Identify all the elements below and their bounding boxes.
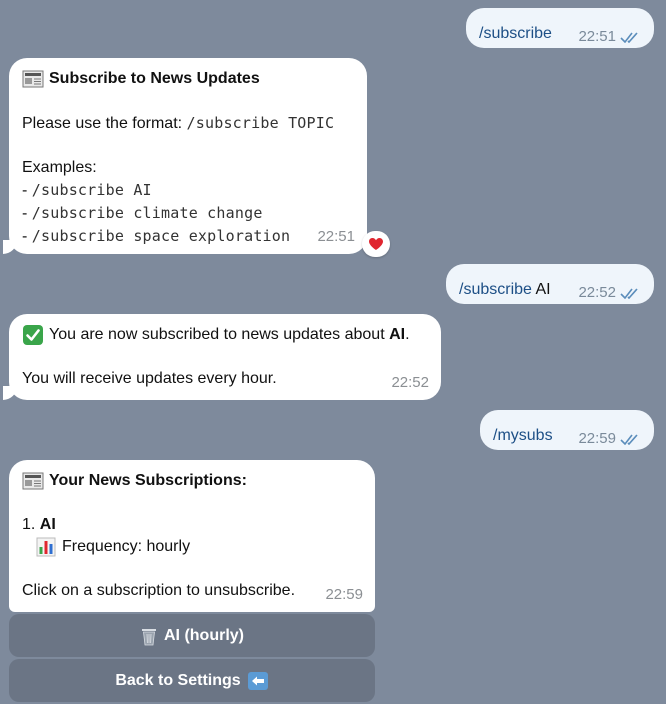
message-meta: 22:59 (578, 428, 642, 450)
heart-icon (369, 238, 383, 250)
frequency-note: You will receive updates every hour. (22, 370, 277, 387)
message-text: /mysubs (493, 427, 553, 444)
format-intro: Please use the format: (22, 115, 187, 132)
format-code: /subscribe TOPIC (186, 114, 335, 132)
item-topic: AI (39, 516, 56, 533)
message-time: 22:51 (317, 228, 355, 245)
message-meta: 22:52 (578, 282, 642, 304)
message-time: 22:52 (391, 374, 429, 391)
frequency-row: Frequency: hourly (22, 536, 361, 558)
message-time: 22:59 (578, 430, 616, 447)
example-item: - /subscribe space exploration (22, 227, 291, 245)
message-time: 22:51 (578, 28, 616, 45)
button-label: AI (hourly) (164, 626, 244, 644)
example-code: /subscribe space exploration (31, 227, 291, 245)
bar-chart-icon (36, 537, 56, 557)
examples-label: Examples: (22, 159, 97, 176)
example-item: - /subscribe AI (22, 181, 152, 199)
incoming-message[interactable]: Subscribe to News Updates Please use the… (3, 58, 367, 254)
unsubscribe-hint: Click on a subscription to unsubscribe. (22, 582, 296, 599)
message-title: Your News Subscriptions: (49, 472, 247, 489)
message-title-row: Your News Subscriptions: (22, 470, 361, 492)
item-number: 1. (22, 516, 36, 533)
subscription-item: 1. AI (22, 514, 361, 536)
chat-view: /subscribe 22:51 Subscribe to News Updat… (0, 0, 666, 704)
message-title: Subscribe to News Updates (49, 70, 260, 87)
message-text: /subscribe (479, 25, 552, 42)
newspaper-icon (22, 70, 44, 88)
message-time: 22:59 (325, 586, 363, 603)
outgoing-message[interactable]: /subscribe 22:51 (466, 8, 654, 48)
subscription-button-ai[interactable]: AI (hourly) (9, 614, 375, 657)
confirmation-suffix: . (405, 326, 410, 343)
outgoing-message[interactable]: /mysubs 22:59 (480, 410, 654, 450)
example-code: /subscribe climate change (31, 204, 263, 222)
incoming-message[interactable]: You are now subscribed to news updates a… (3, 314, 441, 400)
confirmation-prefix: You are now subscribed to news updates a… (49, 326, 390, 343)
wastebasket-icon (142, 628, 156, 645)
double-check-icon (620, 288, 638, 299)
message-title-row: Subscribe to News Updates (22, 68, 353, 90)
message-time: 22:52 (578, 284, 616, 301)
back-to-settings-button[interactable]: Back to Settings (9, 659, 375, 702)
frequency-text: Frequency: hourly (62, 538, 191, 555)
outgoing-message[interactable]: /subscribe AI 22:52 (446, 264, 654, 304)
confirmation-text: You are now subscribed to news updates a… (49, 324, 410, 346)
command-argument: AI (535, 281, 551, 298)
message-text: /subscribe AI (459, 279, 551, 301)
example-item: - /subscribe climate change (22, 204, 263, 222)
check-mark-icon (23, 325, 43, 345)
double-check-icon (620, 434, 638, 445)
confirmation-line: You are now subscribed to news updates a… (22, 324, 427, 346)
command-text: /subscribe (459, 281, 532, 298)
newspaper-icon (22, 472, 44, 490)
double-check-icon (620, 32, 638, 43)
button-label: Back to Settings (115, 671, 241, 689)
example-code: /subscribe AI (31, 181, 152, 199)
incoming-message[interactable]: Your News Subscriptions: 1. AI Frequency… (9, 460, 375, 612)
reaction-badge[interactable] (362, 231, 390, 257)
format-line: Please use the format: /subscribe TOPIC (22, 112, 353, 135)
left-arrow-icon (247, 671, 268, 690)
message-meta: 22:51 (578, 26, 642, 48)
subscribed-topic: AI (389, 326, 406, 343)
